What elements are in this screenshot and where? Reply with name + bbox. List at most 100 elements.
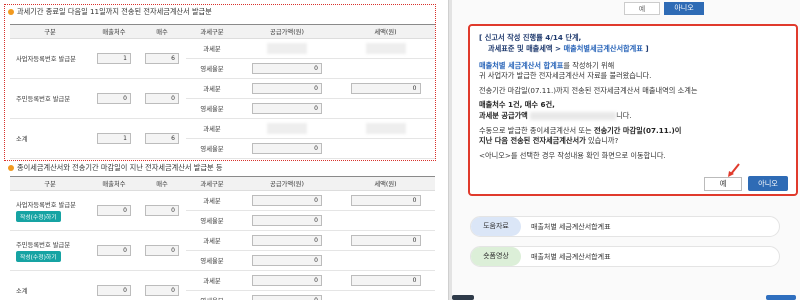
col-header-buyers: 매출처수: [90, 24, 138, 39]
message-line: 전송기간 마감일(07.11.)까지 전송된 전자세금계산서 매출내역의 소계는: [479, 86, 698, 95]
bullet-icon: [8, 165, 14, 171]
buyers-field[interactable]: 0: [97, 245, 131, 256]
taxable-supply-field[interactable]: 0: [252, 195, 322, 206]
table-row: 주민등록번호 발급분 작성(수정)하기 0 0 과세분 0 0: [10, 230, 435, 271]
taxable-tax-field[interactable]: 0: [350, 195, 421, 206]
help-material-tag: 도움자료: [471, 217, 521, 236]
col-header-tax-type: 과세구분: [186, 24, 238, 39]
count-field[interactable]: 0: [145, 93, 179, 104]
count-field[interactable]: 0: [145, 285, 179, 296]
row-label: 사업자등록번호 발급분: [16, 201, 76, 209]
progress-path: 과세표준 및 매출세액 > 매출처별세금계산서합계표 ]: [488, 44, 649, 53]
tax-type-label: 과세분: [186, 118, 238, 139]
short-video-link[interactable]: 숏폼영상 매출처별 세금계산서합계표: [470, 246, 780, 267]
taxable-tax-field[interactable]: 0: [350, 235, 421, 246]
confirm-dialog: [ 신고서 작성 진행률 4/14 단계, 과세표준 및 매출세액 > 매출처별…: [468, 24, 798, 196]
progress-line: [ 신고서 작성 진행률 4/14 단계,: [479, 33, 582, 42]
message-line: 귀 사업자가 발급한 전자세금계산서 자료를 불러왔습니다.: [479, 71, 652, 80]
taxable-tax-field[interactable]: 0: [350, 275, 421, 286]
tax-type-label: 영세율분: [186, 98, 238, 119]
table-row: 사업자등록번호 발급분 1 6 과세분: [10, 38, 435, 79]
count-field[interactable]: 0: [145, 205, 179, 216]
table-header-row: 구분 매출처수 매수 과세구분 공급가액(원) 세액(원): [10, 176, 435, 191]
help-material-title: 매출처별 세금계산서합계표: [531, 222, 611, 231]
zero-supply-field[interactable]: 0: [252, 295, 322, 300]
redacted-amount: [530, 112, 617, 120]
col-header-supply: 공급가액(원): [238, 24, 336, 39]
buyers-field[interactable]: 1: [97, 53, 131, 64]
table-row: 소계 0 0 과세분 0 0: [10, 270, 435, 300]
col-header-count: 매수: [138, 24, 186, 39]
no-button[interactable]: 아니오: [748, 176, 788, 191]
table-late-or-paper-invoices: 구분 매출처수 매수 과세구분 공급가액(원) 세액(원) 사업자등록번호 발급…: [10, 176, 435, 300]
right-guide-pane: 예 아니오 [ 신고서 작성 진행률 4/14 단계, 과세표준 및 매출세액 …: [452, 0, 800, 300]
row-label: 주민등록번호 발급분: [10, 78, 90, 119]
yes-button[interactable]: 예: [704, 177, 742, 191]
bottom-right-button[interactable]: [766, 295, 796, 300]
table-timely-e-invoices: 구분 매출처수 매수 과세구분 공급가액(원) 세액(원) 사업자등록번호 발급…: [10, 24, 435, 159]
zero-supply-field[interactable]: 0: [252, 215, 322, 226]
buyers-field[interactable]: 1: [97, 133, 131, 144]
hint-line: <아니오>를 선택한 경우 작성내용 확인 화면으로 이동합니다.: [479, 151, 666, 160]
row-label: 소계: [10, 118, 90, 159]
redacted-tax-amount: [365, 43, 406, 54]
redacted-tax-amount: [365, 123, 406, 134]
tax-type-label: 영세율분: [186, 250, 238, 271]
zero-supply-field[interactable]: 0: [252, 63, 322, 74]
table-row: 사업자등록번호 발급분 작성(수정)하기 0 0 과세분 0 0: [10, 190, 435, 231]
tax-type-label: 과세분: [186, 38, 238, 59]
table-header-row: 구분 매출처수 매수 과세구분 공급가액(원) 세액(원): [10, 24, 435, 39]
buyers-field[interactable]: 0: [97, 93, 131, 104]
question-line: 수동으로 발급한 종이세금계산서 또는 전송기간 마감일(07.11.)이: [479, 126, 682, 135]
table-row: 소계 1 6 과세분: [10, 118, 435, 159]
bottom-left-button[interactable]: [452, 295, 474, 300]
count-field[interactable]: 0: [145, 245, 179, 256]
col-header-category: 구분: [10, 24, 90, 39]
red-arrow-icon: [728, 163, 740, 177]
redacted-supply-amount: [267, 43, 307, 54]
tax-type-label: 과세분: [186, 190, 238, 211]
count-field[interactable]: 6: [145, 53, 179, 64]
summary-line: 과세분 공급가액 니다.: [479, 111, 632, 120]
question-line: 지난 다음 전송된 전자세금계산서가 있습니까?: [479, 136, 619, 145]
tax-type-label: 과세분: [186, 78, 238, 99]
tax-type-label: 과세분: [186, 270, 238, 291]
row-label: 소계: [10, 270, 90, 300]
write-edit-button[interactable]: 작성(수정)하기: [16, 210, 61, 222]
short-video-title: 매출처별 세금계산서합계표: [531, 252, 611, 261]
taxable-tax-field[interactable]: 0: [350, 83, 421, 94]
col-header-tax-type: 과세구분: [186, 176, 238, 191]
zero-supply-field[interactable]: 0: [252, 143, 322, 154]
col-header-tax: 세액(원): [336, 176, 435, 191]
tax-type-label: 영세율분: [186, 58, 238, 79]
row-label: 사업자등록번호 발급분: [10, 38, 90, 79]
message-line: 매출처별 세금계산서 합계표를 작성하기 위해: [479, 61, 615, 70]
count-field[interactable]: 6: [145, 133, 179, 144]
col-header-supply: 공급가액(원): [238, 176, 336, 191]
col-header-buyers: 매출처수: [90, 176, 138, 191]
redacted-supply-amount: [267, 123, 307, 134]
table-row: 주민등록번호 발급분 0 0 과세분 0 0: [10, 78, 435, 119]
help-material-link[interactable]: 도움자료 매출처별 세금계산서합계표: [470, 216, 780, 237]
tax-type-label: 영세율분: [186, 210, 238, 231]
buyers-field[interactable]: 0: [97, 205, 131, 216]
col-header-count: 매수: [138, 176, 186, 191]
previous-yes-button[interactable]: 예: [624, 2, 660, 15]
short-video-tag: 숏폼영상: [471, 247, 521, 266]
write-edit-button[interactable]: 작성(수정)하기: [16, 250, 61, 262]
zero-supply-field[interactable]: 0: [252, 103, 322, 114]
taxable-supply-field[interactable]: 0: [252, 235, 322, 246]
summary-line: 매출처수 1건, 매수 6건,: [479, 100, 555, 109]
previous-no-button[interactable]: 아니오: [664, 2, 704, 15]
col-header-tax: 세액(원): [336, 24, 435, 39]
taxable-supply-field[interactable]: 0: [252, 83, 322, 94]
tax-type-label: 과세분: [186, 230, 238, 251]
col-header-category: 구분: [10, 176, 90, 191]
tax-type-label: 영세율분: [186, 290, 238, 300]
row-label: 주민등록번호 발급분: [16, 241, 71, 249]
taxable-supply-field[interactable]: 0: [252, 275, 322, 286]
tax-type-label: 영세율분: [186, 138, 238, 159]
buyers-field[interactable]: 0: [97, 285, 131, 296]
left-form-pane: 과세기간 종료일 다음일 11일까지 전송된 전자세금계산서 발급분 구분 매출…: [0, 0, 440, 300]
zero-supply-field[interactable]: 0: [252, 255, 322, 266]
